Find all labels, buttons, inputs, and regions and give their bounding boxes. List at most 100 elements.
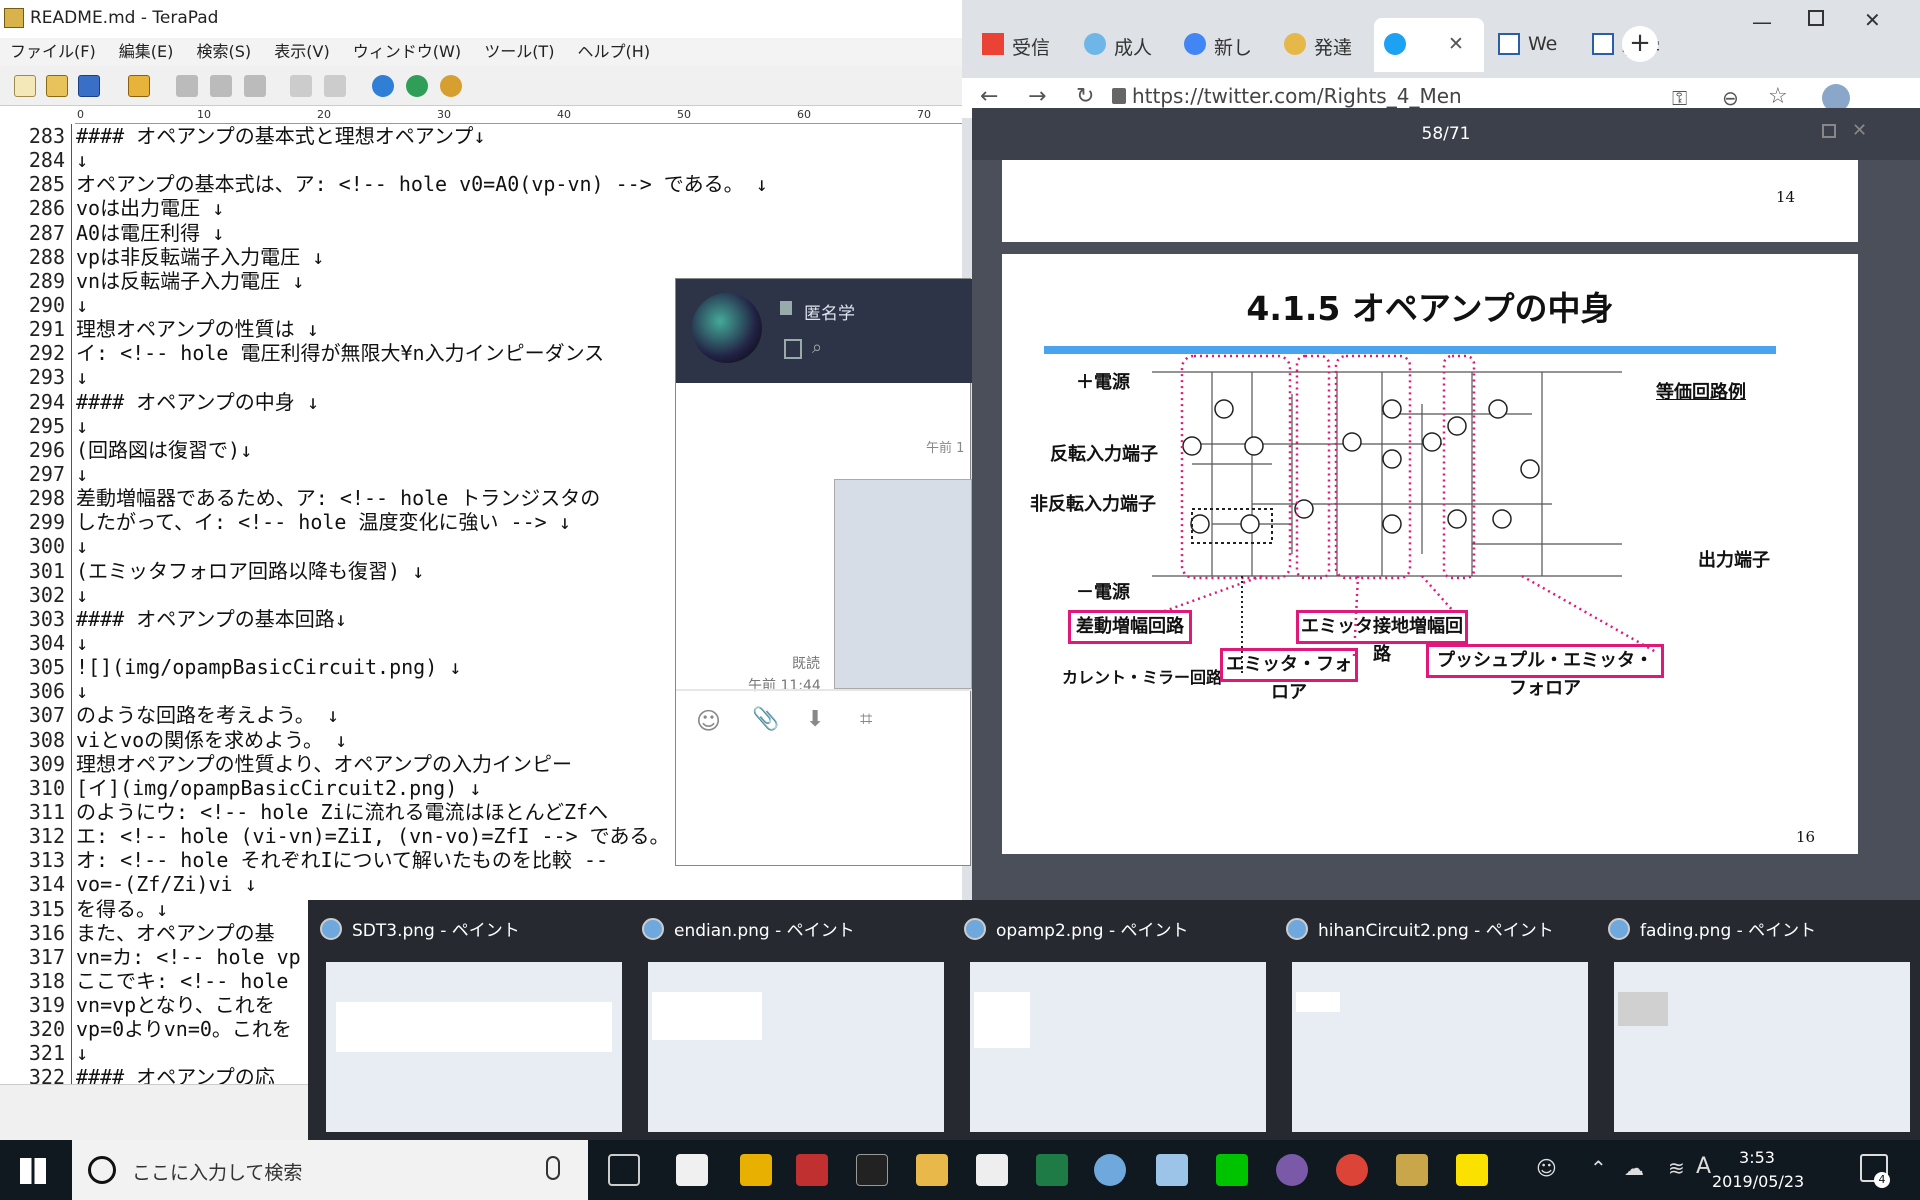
line-number: 316 [28, 920, 65, 945]
line-number: 297 [28, 461, 65, 486]
file-explorer-icon[interactable] [916, 1154, 948, 1186]
shared-image-thumbnail[interactable] [834, 479, 972, 689]
preview-image [326, 962, 622, 1132]
paste-icon[interactable] [244, 75, 266, 97]
line-number: 290 [28, 292, 65, 317]
editor-line[interactable]: ↓ [76, 148, 962, 172]
preview-sdt3[interactable]: SDT3.png - ペイント [312, 908, 634, 1133]
app-icon[interactable] [740, 1154, 772, 1186]
back-icon[interactable]: ← [980, 84, 998, 109]
editor-line[interactable]: #### オペアンプの基本式と理想オペアンプ↓ [76, 124, 962, 148]
tab-gmail[interactable]: 受信 [972, 18, 1070, 72]
site-icon [1284, 33, 1306, 55]
gmail-icon [982, 33, 1004, 55]
paint-icon[interactable] [1094, 1154, 1126, 1186]
undo-icon[interactable] [290, 75, 312, 97]
terminal-icon[interactable] [856, 1154, 888, 1186]
bookmark-star-icon[interactable]: ☆ [1768, 84, 1788, 109]
terapad-icon[interactable] [1396, 1154, 1428, 1186]
line-icon[interactable] [1216, 1154, 1248, 1186]
task-view-icon[interactable] [608, 1154, 640, 1186]
copy-icon[interactable] [210, 75, 232, 97]
viewer-close-icon[interactable]: ✕ [1852, 120, 1867, 141]
notepad-icon[interactable] [1156, 1154, 1188, 1186]
menu-view[interactable]: 表示(V) [274, 38, 329, 66]
ime-icon[interactable]: A [1696, 1154, 1711, 1179]
mail-icon[interactable] [976, 1154, 1008, 1186]
line-number: 288 [28, 244, 65, 269]
download-icon[interactable]: ⬇ [806, 707, 824, 732]
people-icon[interactable]: ☺ [1536, 1156, 1557, 1180]
menu-file[interactable]: ファイル(F) [10, 38, 96, 66]
maximize-button[interactable] [1808, 10, 1824, 26]
tab-6[interactable]: We [1488, 18, 1578, 72]
github-icon[interactable] [1276, 1154, 1308, 1186]
tray-chevron-icon[interactable]: ⌃ [1590, 1156, 1607, 1180]
paint-icon [320, 918, 342, 940]
zoom-icon[interactable]: ⊖ [1722, 86, 1739, 110]
windows-start-icon[interactable] [20, 1158, 46, 1184]
key-icon[interactable]: ⚿ [1672, 86, 1687, 110]
menu-help[interactable]: ヘルプ(H) [578, 38, 651, 66]
close-window-button[interactable]: ✕ [1864, 8, 1881, 32]
editor-line[interactable]: A0は電圧利得 ↓ [76, 221, 962, 245]
line-number: 294 [28, 389, 65, 414]
emoji-icon[interactable]: ☺ [696, 707, 721, 735]
close-tab-icon[interactable]: ✕ [1448, 33, 1464, 55]
excel-icon[interactable] [1036, 1154, 1068, 1186]
notes-icon[interactable] [784, 339, 802, 359]
capture-icon[interactable]: ⌗ [860, 707, 872, 732]
find-icon[interactable] [372, 75, 394, 97]
new-tab-button[interactable]: + [1622, 26, 1658, 62]
new-file-icon[interactable] [14, 75, 36, 97]
viewer-maximize-icon[interactable] [1822, 124, 1836, 138]
kakaotalk-icon[interactable] [1456, 1154, 1488, 1186]
minimize-button[interactable]: — [1752, 10, 1772, 34]
forward-icon[interactable]: → [1028, 84, 1046, 109]
cut-icon[interactable] [176, 75, 198, 97]
ruler: 0 10 20 30 40 50 60 70 [75, 106, 962, 124]
app-icon[interactable] [796, 1154, 828, 1186]
menu-tools[interactable]: ツール(T) [484, 38, 554, 66]
reload-icon[interactable]: ↻ [1076, 84, 1094, 109]
tab-google[interactable]: 新し [1174, 18, 1270, 72]
viewer-counter: 58/71 [972, 108, 1920, 160]
tab-4[interactable]: 発達 [1274, 18, 1370, 72]
editor-line[interactable]: vpは非反転端子入力電圧 ↓ [76, 245, 962, 269]
redo-icon[interactable] [324, 75, 346, 97]
menu-window[interactable]: ウィンドウ(W) [353, 38, 461, 66]
preview-image [970, 962, 1266, 1132]
tab-2[interactable]: 成人 [1074, 18, 1170, 72]
preview-endian[interactable]: endian.png - ペイント [634, 908, 956, 1133]
microphone-icon[interactable] [546, 1156, 560, 1180]
taskbar-search-box[interactable]: ここに入力して検索 [72, 1140, 588, 1200]
label-plus-supply: ＋電源 [1076, 372, 1130, 393]
wifi-icon[interactable]: ≋ [1668, 1156, 1685, 1180]
open-folder-icon[interactable] [46, 75, 68, 97]
search-icon[interactable]: ⌕ [812, 337, 822, 358]
preview-opamp2[interactable]: opamp2.png - ペイント [956, 908, 1278, 1133]
editor-line[interactable]: voは出力電圧 ↓ [76, 196, 962, 220]
menu-edit[interactable]: 編集(E) [119, 38, 174, 66]
preview-fading[interactable]: fading.png - ペイント [1600, 908, 1920, 1133]
store-icon[interactable] [676, 1154, 708, 1186]
editor-line[interactable]: vo=-(Zf/Zi)vi ↓ [76, 872, 962, 896]
attach-icon[interactable]: 📎 [752, 707, 779, 732]
preview-title: fading.png - ペイント [1640, 921, 1817, 941]
save-icon[interactable] [78, 75, 100, 97]
replace-icon[interactable] [440, 75, 462, 97]
chrome-icon[interactable] [1336, 1154, 1368, 1186]
read-indicator: 既読 [792, 656, 820, 672]
tab-twitter-active[interactable]: ✕ [1374, 18, 1484, 72]
menu-search[interactable]: 検索(S) [197, 38, 252, 66]
preview-hihancircuit2[interactable]: hihanCircuit2.png - ペイント [1278, 908, 1600, 1133]
onedrive-icon[interactable]: ☁ [1624, 1156, 1644, 1180]
line-numbers: 283 284 285 286 287 288 289 290 291 292 293 294 295 2… [0, 124, 72, 1090]
find-next-icon[interactable] [406, 75, 428, 97]
tab-label: 成人 [1114, 37, 1153, 59]
editor-line[interactable]: オペアンプの基本式は、ア: <!-- hole v0=A0(vp-vn) -->… [76, 172, 962, 196]
taskbar-clock[interactable]: 3:53 2019/05/23 [1712, 1146, 1804, 1194]
print-icon[interactable] [128, 75, 150, 97]
chat-avatar[interactable] [692, 293, 762, 363]
paint-icon [1608, 918, 1630, 940]
